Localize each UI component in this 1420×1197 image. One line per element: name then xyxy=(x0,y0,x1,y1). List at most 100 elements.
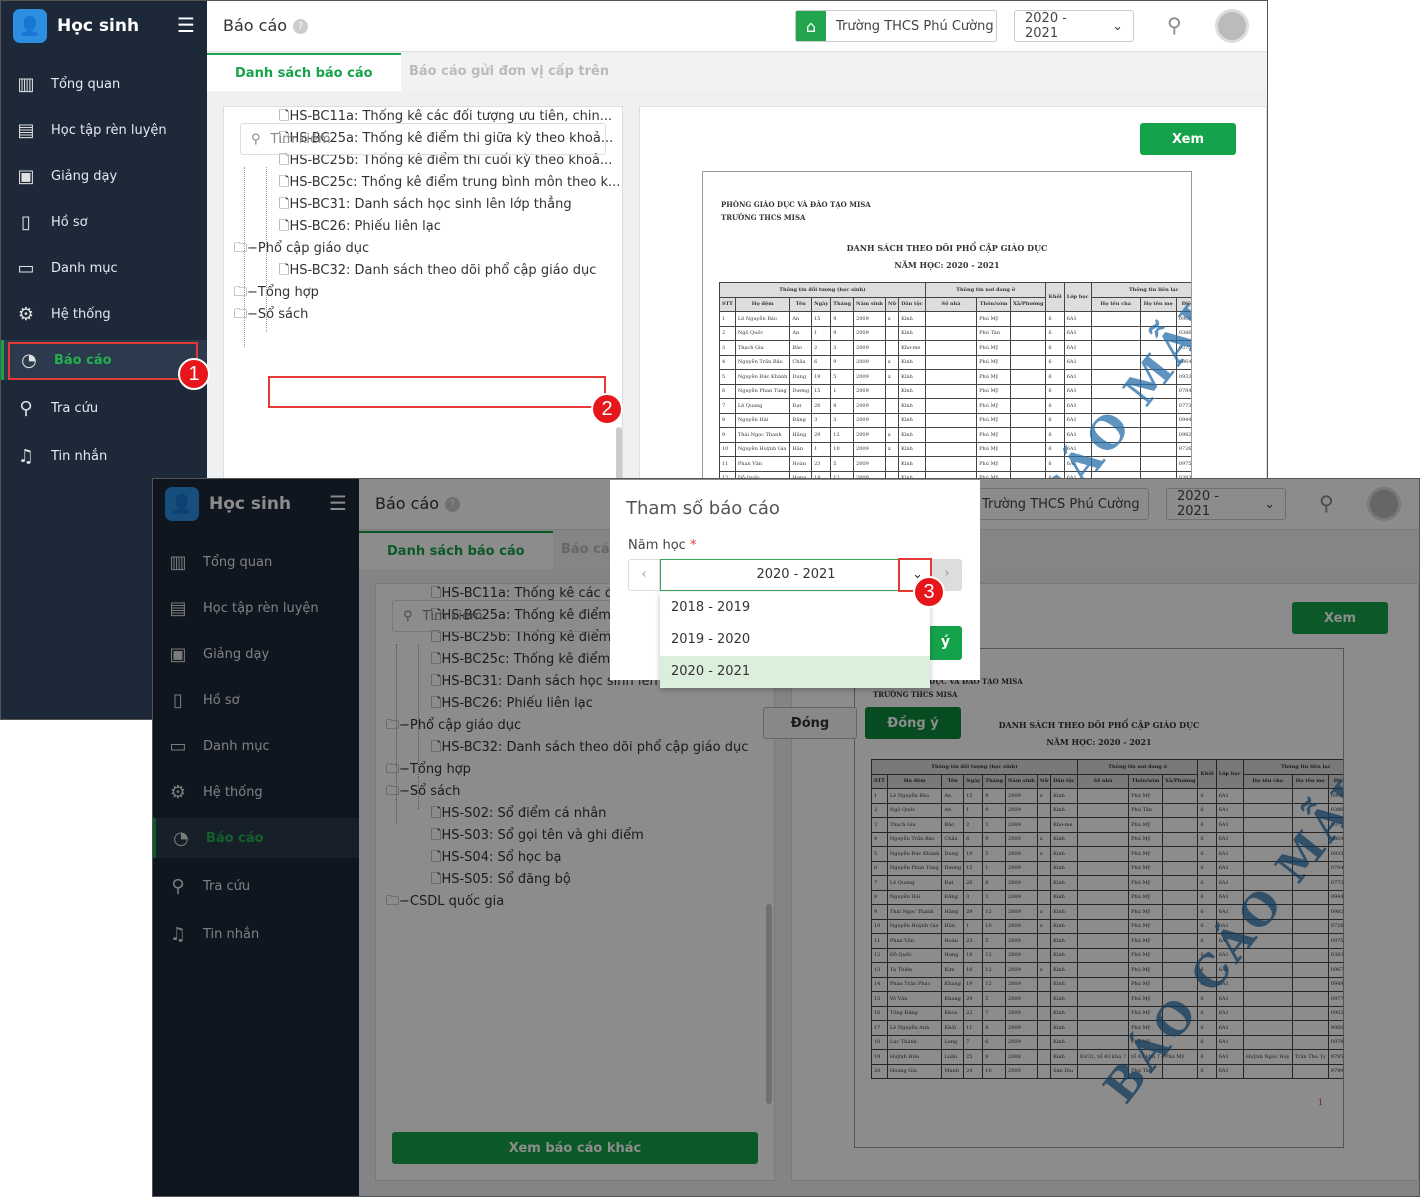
book-icon: ▤ xyxy=(17,119,35,141)
sidebar-item-tra-cứu[interactable]: ⚲ Tra cứu xyxy=(1,388,207,428)
table-cell: Phú Mỹ xyxy=(976,427,1012,443)
table-cell xyxy=(884,398,900,414)
sidebar-item-label: Hệ thống xyxy=(51,306,111,322)
tree-item-label: HS-BC31: Danh sách học sinh lên lớp thẳn… xyxy=(289,197,572,212)
table-cell: Hân xyxy=(789,441,813,457)
school-name: Trường THCS Phú Cường xyxy=(836,18,994,34)
table-cell: 6 xyxy=(1045,412,1065,428)
table-cell: Khơ-me xyxy=(898,340,926,356)
report-tree-folder[interactable]: 🗀−Phổ cập giáo dục xyxy=(224,239,622,261)
table-cell: 11 xyxy=(719,456,736,472)
school-selector[interactable]: ⌂ Trường THCS Phú Cường xyxy=(795,10,997,42)
table-cell: 5 xyxy=(830,456,855,472)
field-label: Năm học xyxy=(628,538,686,553)
year-value: 2020 - 2021 xyxy=(1025,11,1067,41)
table-cell: Kinh xyxy=(898,441,926,457)
home-icon: ⌂ xyxy=(796,11,826,41)
year-dropdown: 2018 - 2019 2019 - 2020 2020 - 2021 xyxy=(660,592,930,688)
group-header: Thông tin đối tượng (học sinh) xyxy=(719,282,926,298)
table-cell: 8 xyxy=(719,412,736,428)
table-cell: 15 xyxy=(811,383,832,399)
menu-icon[interactable]: ☰ xyxy=(177,13,195,37)
tab-report-upper[interactable]: Báo cáo gửi đơn vị cấp trên xyxy=(381,53,637,91)
collapse-icon[interactable]: − xyxy=(247,241,258,256)
column-header: Xã/Phường xyxy=(1010,296,1047,312)
tab-report-list[interactable]: Danh sách báo cáo xyxy=(207,53,401,91)
report-tree-item[interactable]: 🗋HS-BC25c: Thống kê điểm trung bình môn … xyxy=(224,173,622,195)
table-cell: Kinh xyxy=(898,456,926,472)
annotation-badge-3: 3 xyxy=(913,576,945,608)
column-header: Họ tên cha xyxy=(1090,296,1141,312)
dropdown-option[interactable]: 2018 - 2019 xyxy=(660,592,930,624)
table-cell: 2009 xyxy=(853,427,886,443)
table-cell: 9 xyxy=(830,354,855,370)
document-icon: 🗋 xyxy=(279,197,290,212)
avatar[interactable] xyxy=(1215,9,1249,43)
sidebar-item-label: Giảng dạy xyxy=(51,168,118,184)
table-cell: 1 xyxy=(719,311,736,327)
header: Báo cáo? ⌂ Trường THCS Phú Cường 2020 - 2… xyxy=(207,1,1267,52)
table-cell xyxy=(1139,427,1177,443)
sidebar-item-label: Danh mục xyxy=(51,260,118,276)
table-cell: 0975418579 xyxy=(1175,456,1191,472)
dialog-title: Tham số báo cáo xyxy=(626,498,780,519)
table-cell: An xyxy=(789,325,813,341)
sidebar-item-hệ-thống[interactable]: ⚙ Hệ thống xyxy=(1,294,207,334)
table-cell: Kinh xyxy=(898,383,926,399)
app-brand[interactable]: 👤 Học sinh xyxy=(13,9,139,43)
table-cell xyxy=(924,354,978,370)
column-header: Dân tộc xyxy=(898,296,926,312)
table-cell: 23 xyxy=(811,456,832,472)
document-icon: 🗋 xyxy=(279,175,290,190)
dropdown-option[interactable]: 2019 - 2020 xyxy=(660,624,930,656)
collapse-icon[interactable]: − xyxy=(247,307,258,322)
report-tree-item[interactable]: 🗋HS-BC32: Danh sách theo dõi phổ cập giá… xyxy=(224,261,622,283)
sidebar-item-giảng-dạy[interactable]: ▣ Giảng dạy xyxy=(1,156,207,196)
table-cell xyxy=(1010,369,1047,385)
table-cell: 6 xyxy=(1045,383,1065,399)
column-header: Họ tên mẹ xyxy=(1139,296,1177,312)
report-org: PHÒNG GIÁO DỤC VÀ ĐÀO TẠO MISA xyxy=(721,200,871,209)
search-input[interactable]: ⚲ Tìm kiếm xyxy=(240,123,606,155)
sidebar-item-tổng-quan[interactable]: ▥ Tổng quan xyxy=(1,64,207,104)
table-cell: x xyxy=(884,311,900,327)
previous-year-button[interactable]: ‹ xyxy=(628,559,660,591)
collapse-icon[interactable]: − xyxy=(247,285,258,300)
tree-item-label: HS-BC32: Danh sách theo dõi phổ cập giáo… xyxy=(289,263,597,278)
annotation-badge-1: 1 xyxy=(178,358,210,390)
table-cell: 972699642 xyxy=(1175,441,1191,457)
search-icon: ⚲ xyxy=(19,397,33,419)
table-cell: Phú Mỹ xyxy=(976,340,1012,356)
help-icon[interactable]: ? xyxy=(293,19,309,34)
view-button[interactable]: Xem xyxy=(1140,123,1236,155)
table-cell: 2 xyxy=(811,340,832,356)
sidebar-item-danh-mục[interactable]: ▭ Danh mục xyxy=(1,248,207,288)
table-cell xyxy=(1139,456,1177,472)
sidebar-item-label: Tổng quan xyxy=(51,76,121,92)
column-header: Họ đệm xyxy=(734,296,791,312)
report-tree-item[interactable]: 🗋HS-BC31: Danh sách học sinh lên lớp thẳ… xyxy=(224,195,622,217)
report-tree-folder[interactable]: 🗀−Tổng hợp xyxy=(224,283,622,305)
year-selector[interactable]: 2020 - 2021 ⌄ xyxy=(1014,10,1134,42)
dropdown-option-selected[interactable]: 2020 - 2021 xyxy=(660,656,930,688)
table-cell xyxy=(1010,311,1047,327)
table-cell: 6 xyxy=(1045,427,1065,443)
sidebar-item-hồ-sơ[interactable]: ▯ Hồ sơ xyxy=(1,202,207,242)
report-tree-folder[interactable]: 🗀−Sổ sách xyxy=(224,305,622,327)
school-year-select[interactable]: 2020 - 2021 ⌄ xyxy=(660,559,932,591)
search-chart-icon[interactable]: ⚲ xyxy=(1167,13,1182,37)
column-header: Tháng xyxy=(830,296,855,312)
table-cell: 1 xyxy=(830,383,855,399)
table-cell: Đạt xyxy=(789,398,813,414)
report-tree-item[interactable]: 🗋HS-BC26: Phiếu liên lạc xyxy=(224,217,622,239)
table-cell: 2009 xyxy=(853,412,886,428)
table-cell: 2009 xyxy=(853,311,886,327)
table-cell: Phú Mỹ xyxy=(976,412,1012,428)
page-title-text: Báo cáo xyxy=(223,16,288,35)
annotation-box-2 xyxy=(268,376,606,408)
sidebar-item-tin-nhắn[interactable]: ♫ Tin nhắn xyxy=(1,436,207,476)
sidebar-item-học-tập-rèn-luyện[interactable]: ▤ Học tập rèn luyện xyxy=(1,110,207,150)
table-cell: Đăng xyxy=(789,412,813,428)
table-cell: Nguyễn Huỳnh Gia xyxy=(734,441,791,457)
table-cell: Phú Tân xyxy=(976,325,1012,341)
